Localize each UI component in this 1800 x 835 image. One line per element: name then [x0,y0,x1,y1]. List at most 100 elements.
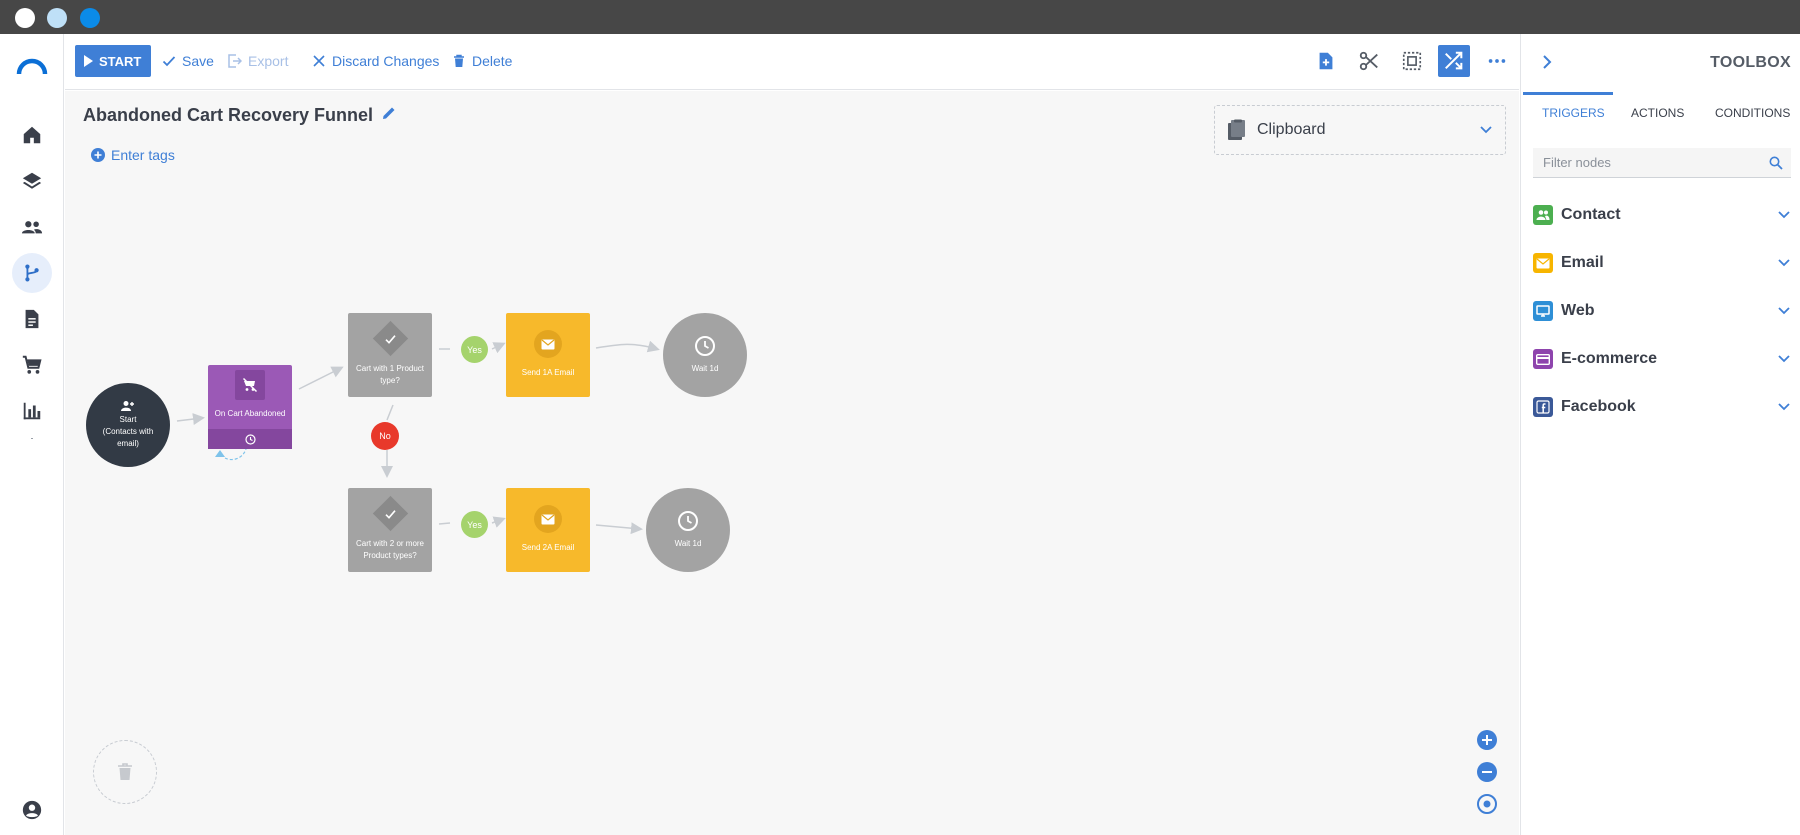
left-sidebar [0,34,64,835]
on-cart-abandoned-node[interactable]: On Cart Abandoned [208,365,292,449]
category-email-label: Email [1561,254,1604,271]
zoom-out-icon[interactable] [1476,761,1498,783]
nav-reports-icon[interactable] [12,391,52,431]
condition-icon-diamond [372,320,408,357]
category-facebook[interactable]: Facebook [1533,393,1791,421]
category-e-commerce[interactable]: E-commerce [1533,345,1791,373]
clock-icon [695,336,715,356]
category-web[interactable]: Web [1533,297,1791,325]
chevron-down-icon [1778,307,1790,315]
select-area-icon[interactable] [1396,45,1428,77]
active-tab-indicator [1523,92,1613,95]
start-node[interactable]: Start (Contacts with email) [86,383,170,467]
start-button[interactable]: START [75,45,152,77]
trash-icon [118,763,132,780]
wait-node-2[interactable]: Wait 1d [646,488,730,572]
email-icon-circle [534,505,562,533]
self-loop-arrow-icon [215,450,225,457]
play-icon [84,55,93,67]
condition-node-2[interactable]: Cart with 2 or more Product types? [348,488,432,572]
nav-automation-icon[interactable] [12,253,52,293]
send-email-node-2[interactable]: Send 2A Email [506,488,590,572]
clock-icon [678,511,698,531]
category-contact[interactable]: Contact [1533,201,1791,229]
trigger-node-footer [208,429,292,449]
category-web-label: Web [1561,302,1595,319]
window-close-button[interactable] [15,8,35,28]
category-email[interactable]: Email [1533,249,1791,277]
trigger-node-label: On Cart Abandoned [214,409,286,418]
scissors-icon[interactable] [1353,45,1385,77]
toolbox-title: TOOLBOX [1710,54,1791,71]
toolbox-header: TOOLBOX [1521,34,1800,92]
category-e-commerce-label: E-commerce [1561,350,1658,367]
clock-icon [244,433,256,445]
yes-branch-1[interactable]: Yes [461,336,488,363]
check-icon [384,509,396,519]
chevron-right-icon[interactable] [1537,52,1557,72]
window-titlebar [0,0,1800,34]
export-icon [228,54,242,68]
send-email-node-1[interactable]: Send 1A Email [506,313,590,397]
tab-actions[interactable]: ACTIONS [1631,106,1684,120]
filter-nodes-search [1533,148,1791,178]
wait-node-2-label: Wait 1d [674,539,702,548]
wait-node-1-label: Wait 1d [691,364,719,373]
close-icon [313,55,325,67]
check-icon [162,56,176,67]
filter-nodes-input[interactable] [1543,155,1769,170]
add-note-icon[interactable] [1310,45,1342,77]
top-toolbar: START Save Export Discard Changes Delete [65,34,1519,90]
window-minimize-button[interactable] [47,8,67,28]
toolbox-tabs: TRIGGERS ACTIONS CONDITIONS [1521,92,1800,128]
category-contact-label: Contact [1561,206,1621,223]
nav-home-icon[interactable] [12,115,52,155]
nav-layers-icon[interactable] [12,161,52,201]
trash-icon [454,54,464,67]
tab-conditions[interactable]: CONDITIONS [1715,106,1790,120]
chevron-down-icon [1778,259,1790,267]
email-icon [1533,253,1553,273]
delete-button-label: Delete [472,53,513,69]
save-button-label: Save [182,53,214,69]
send-email-node-1-label: Send 1A Email [521,368,575,377]
card-icon [1533,349,1553,369]
delete-button[interactable]: Delete [452,45,512,77]
center-view-icon[interactable] [1476,793,1498,815]
nav-documents-icon[interactable] [12,299,52,339]
no-branch-1[interactable]: No [371,422,399,450]
nav-contacts-icon[interactable] [12,207,52,247]
search-icon[interactable] [1769,156,1783,170]
chevron-down-icon [1778,211,1790,219]
yes-branch-2[interactable]: Yes [461,511,488,538]
export-button-label: Export [248,53,289,69]
wait-node-1[interactable]: Wait 1d [663,313,747,397]
condition-node-1[interactable]: Cart with 1 Product type? [348,313,432,397]
zoom-in-icon[interactable] [1476,729,1498,751]
nav-cart-icon[interactable] [12,345,52,385]
flow-connectors [176,340,660,535]
flow-canvas[interactable]: Abandoned Cart Recovery Funnel Enter tag… [65,91,1519,835]
toolbox-panel: TOOLBOX TRIGGERS ACTIONS CONDITIONS Cont… [1520,34,1800,835]
trash-drop-zone[interactable] [93,740,157,804]
facebook-icon [1533,397,1553,417]
monitor-icon [1533,301,1553,321]
trigger-icon-box [235,370,265,400]
tab-triggers[interactable]: TRIGGERS [1542,106,1605,120]
more-options-icon[interactable] [1481,45,1513,77]
discard-changes-label: Discard Changes [332,53,440,69]
app-logo-icon[interactable] [16,56,48,78]
save-button[interactable]: Save [162,45,214,77]
export-button[interactable]: Export [228,45,288,77]
start-node-label: Start (Contacts with email) [102,415,154,448]
contacts-icon [1533,205,1553,225]
auto-arrange-icon[interactable] [1438,45,1470,77]
contacts-icon [121,401,134,411]
start-button-label: START [99,53,142,69]
send-email-node-2-label: Send 2A Email [521,543,575,552]
discard-changes-button[interactable]: Discard Changes [312,45,439,77]
check-icon [384,334,396,344]
window-maximize-button[interactable] [80,8,100,28]
nav-account-icon[interactable] [12,790,52,830]
chevron-down-icon [1778,355,1790,363]
